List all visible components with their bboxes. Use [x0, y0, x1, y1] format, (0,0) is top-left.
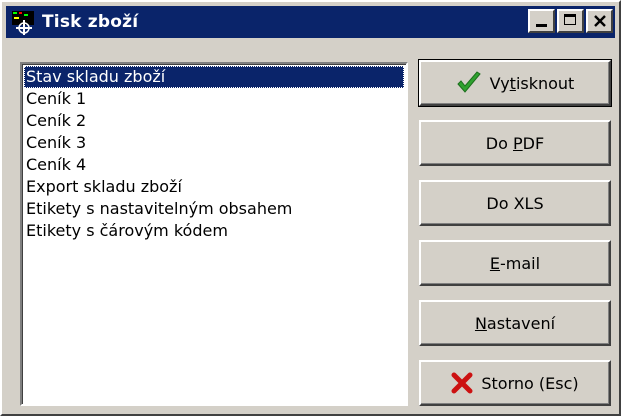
list-item[interactable]: Etikety s čárovým kódem [24, 220, 404, 242]
list-item[interactable]: Stav skladu zboží [24, 66, 404, 88]
list-item[interactable]: Ceník 4 [24, 154, 404, 176]
print-label: Vytisknout [489, 73, 575, 93]
export-xls-button[interactable]: Do XLS [419, 180, 611, 226]
export-pdf-button[interactable]: Do PDF [419, 120, 611, 166]
email-button[interactable]: E-mail [419, 240, 611, 286]
close-icon [594, 15, 606, 27]
print-button[interactable]: Vytisknout [418, 59, 612, 107]
maximize-button[interactable] [557, 9, 584, 33]
red-x-icon [451, 372, 473, 394]
list-item[interactable]: Export skladu zboží [24, 176, 404, 198]
print-goods-window: Tisk zboží Stav skladu zboží Ceník 1 Ceník… [0, 0, 621, 416]
list-item[interactable]: Ceník 2 [24, 110, 404, 132]
list-item[interactable]: Ceník 3 [24, 132, 404, 154]
report-list[interactable]: Stav skladu zboží Ceník 1 Ceník 2 Ceník 3 Ce… [20, 62, 408, 406]
xls-label: Do XLS [486, 193, 544, 213]
list-item[interactable]: Etikety s nastavitelným obsahem [24, 198, 404, 220]
cancel-button[interactable]: Storno (Esc) [419, 360, 611, 406]
settings-button[interactable]: Nastavení [419, 300, 611, 346]
list-item[interactable]: Ceník 1 [24, 88, 404, 110]
window-title: Tisk zboží [42, 12, 139, 32]
title-bar[interactable]: Tisk zboží [6, 6, 615, 38]
close-button[interactable] [586, 9, 613, 33]
email-label: E-mail [489, 253, 541, 273]
printer-app-icon [10, 8, 38, 36]
pdf-label: Do PDF [485, 133, 545, 153]
cancel-label: Storno (Esc) [481, 373, 579, 393]
caption-buttons [526, 9, 613, 33]
checkmark-icon [456, 71, 482, 95]
settings-label: Nastavení [474, 313, 556, 333]
minimize-button[interactable] [528, 9, 555, 33]
